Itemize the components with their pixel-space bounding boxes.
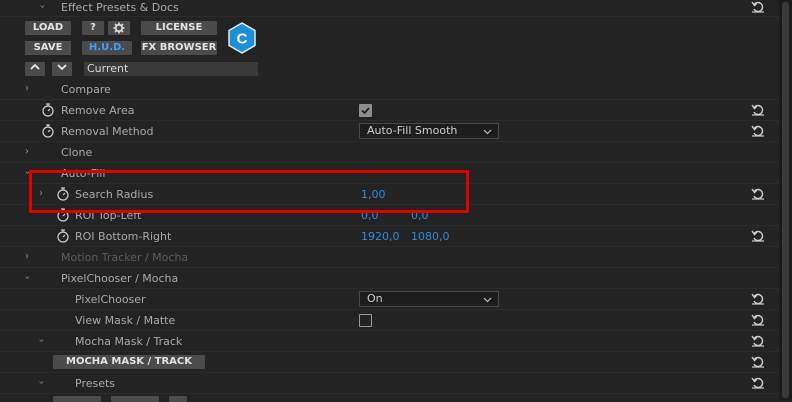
roi-bottom-right-label: ROI Bottom-Right xyxy=(75,230,172,243)
search-radius-value[interactable]: 1,00 xyxy=(361,188,386,201)
reset-icon[interactable] xyxy=(751,335,765,347)
pixelchooser-label: PixelChooser xyxy=(75,293,146,306)
chevron-up-icon xyxy=(30,63,40,70)
remove-area-checkbox[interactable] xyxy=(359,104,372,117)
mocha-mask-track-label: Mocha Mask / Track xyxy=(75,335,183,348)
mocha-mask-track-row: › Mocha Mask / Track xyxy=(0,331,779,352)
load-button[interactable]: LOAD xyxy=(25,21,71,35)
license-button[interactable]: LICENSE xyxy=(141,21,217,35)
hud-button[interactable]: H.U.D. xyxy=(82,41,132,55)
expand-chevron-icon[interactable]: › xyxy=(39,188,43,199)
stopwatch-icon[interactable] xyxy=(41,124,55,138)
remove-area-label: Remove Area xyxy=(61,104,135,117)
search-radius-row: › Search Radius 1,00 xyxy=(0,184,779,205)
roi-top-left-row: ROI Top-Left 0,0 0,0 xyxy=(0,205,779,226)
reset-icon[interactable] xyxy=(751,377,765,389)
fx-browser-button[interactable]: FX BROWSER xyxy=(141,41,217,55)
logo-letter: C xyxy=(237,31,248,48)
reset-icon[interactable] xyxy=(751,188,765,200)
preset-button-partial[interactable] xyxy=(111,396,159,402)
roi-top-left-y[interactable]: 0,0 xyxy=(411,209,429,222)
removal-method-value: Auto-Fill Smooth xyxy=(367,124,458,137)
roi-bottom-right-x[interactable]: 1920,0 xyxy=(361,230,400,243)
search-radius-label: Search Radius xyxy=(75,188,154,201)
roi-top-left-x[interactable]: 0,0 xyxy=(361,209,379,222)
roi-bottom-right-row: ROI Bottom-Right 1920,0 1080,0 xyxy=(0,226,779,247)
presets-row: › Presets xyxy=(0,373,779,394)
chevron-down-icon xyxy=(483,297,492,303)
chevron-down-icon xyxy=(57,64,67,71)
compare-label: Compare xyxy=(61,83,111,96)
chevron-down-icon[interactable]: › xyxy=(37,5,48,9)
stopwatch-icon[interactable] xyxy=(56,187,70,201)
reset-icon[interactable] xyxy=(751,314,765,326)
scrollbar-thumb[interactable] xyxy=(782,2,789,398)
reset-icon[interactable] xyxy=(751,293,765,305)
roi-bottom-right-y[interactable]: 1080,0 xyxy=(411,230,450,243)
pixelchooser-group-label: PixelChooser / Mocha xyxy=(61,272,179,285)
pixelchooser-row: PixelChooser On xyxy=(0,289,779,310)
help-button[interactable]: ? xyxy=(82,21,104,35)
removal-method-label: Removal Method xyxy=(61,125,154,138)
preset-current-field[interactable]: Current xyxy=(84,62,258,76)
pixelchooser-group-row: › PixelChooser / Mocha xyxy=(0,268,779,289)
view-mask-checkbox[interactable] xyxy=(359,314,372,327)
chevron-down-icon xyxy=(483,129,492,135)
continuum-logo: C xyxy=(228,22,256,54)
expand-chevron-icon[interactable]: › xyxy=(25,251,29,262)
auto-fill-row: › Auto-Fill xyxy=(0,163,779,184)
view-mask-label: View Mask / Matte xyxy=(75,314,176,327)
expand-chevron-icon[interactable]: › xyxy=(25,83,29,94)
view-mask-row: View Mask / Matte xyxy=(0,310,779,331)
pixelchooser-value: On xyxy=(367,292,383,305)
gear-icon xyxy=(113,22,125,34)
removal-method-row: Removal Method Auto-Fill Smooth xyxy=(0,121,779,142)
preset-up-button[interactable] xyxy=(25,62,45,76)
clone-label: Clone xyxy=(61,146,93,159)
stopwatch-icon[interactable] xyxy=(41,103,55,117)
preset-icon-button-partial[interactable] xyxy=(169,396,187,402)
stopwatch-icon[interactable] xyxy=(56,229,70,243)
reset-icon[interactable] xyxy=(751,230,765,242)
removal-method-dropdown[interactable]: Auto-Fill Smooth xyxy=(359,123,499,139)
checkmark-icon xyxy=(361,107,370,115)
settings-button[interactable] xyxy=(108,21,130,35)
remove-area-row: Remove Area xyxy=(0,100,779,121)
reset-icon[interactable] xyxy=(751,1,765,13)
compare-row: › Compare xyxy=(0,79,779,100)
preset-button-partial[interactable] xyxy=(53,396,101,402)
reset-icon[interactable] xyxy=(751,104,765,116)
reset-icon[interactable] xyxy=(751,356,765,368)
motion-tracker-label: Motion Tracker / Mocha xyxy=(61,251,189,264)
presets-label: Presets xyxy=(75,377,116,390)
collapse-chevron-icon[interactable]: › xyxy=(22,276,33,280)
save-button[interactable]: SAVE xyxy=(25,41,71,55)
roi-top-left-label: ROI Top-Left xyxy=(75,209,142,222)
motion-tracker-row: › Motion Tracker / Mocha xyxy=(0,247,779,268)
scrollbar[interactable] xyxy=(779,0,792,400)
clone-row: › Clone xyxy=(0,142,779,163)
mocha-mask-track-button[interactable]: MOCHA MASK / TRACK xyxy=(53,355,205,369)
collapse-chevron-icon[interactable]: › xyxy=(36,381,47,385)
preset-down-button[interactable] xyxy=(52,62,72,76)
collapse-chevron-icon[interactable]: › xyxy=(22,171,33,175)
pixelchooser-dropdown[interactable]: On xyxy=(359,291,499,307)
reset-icon[interactable] xyxy=(751,125,765,137)
mocha-button-row: MOCHA MASK / TRACK xyxy=(0,352,779,373)
expand-chevron-icon[interactable]: › xyxy=(25,146,29,157)
collapse-chevron-icon[interactable]: › xyxy=(36,339,47,343)
header-title: Effect Presets & Docs xyxy=(61,1,179,14)
auto-fill-label: Auto-Fill xyxy=(61,167,106,180)
stopwatch-icon[interactable] xyxy=(56,208,70,222)
header-row: › Effect Presets & Docs xyxy=(0,0,779,17)
